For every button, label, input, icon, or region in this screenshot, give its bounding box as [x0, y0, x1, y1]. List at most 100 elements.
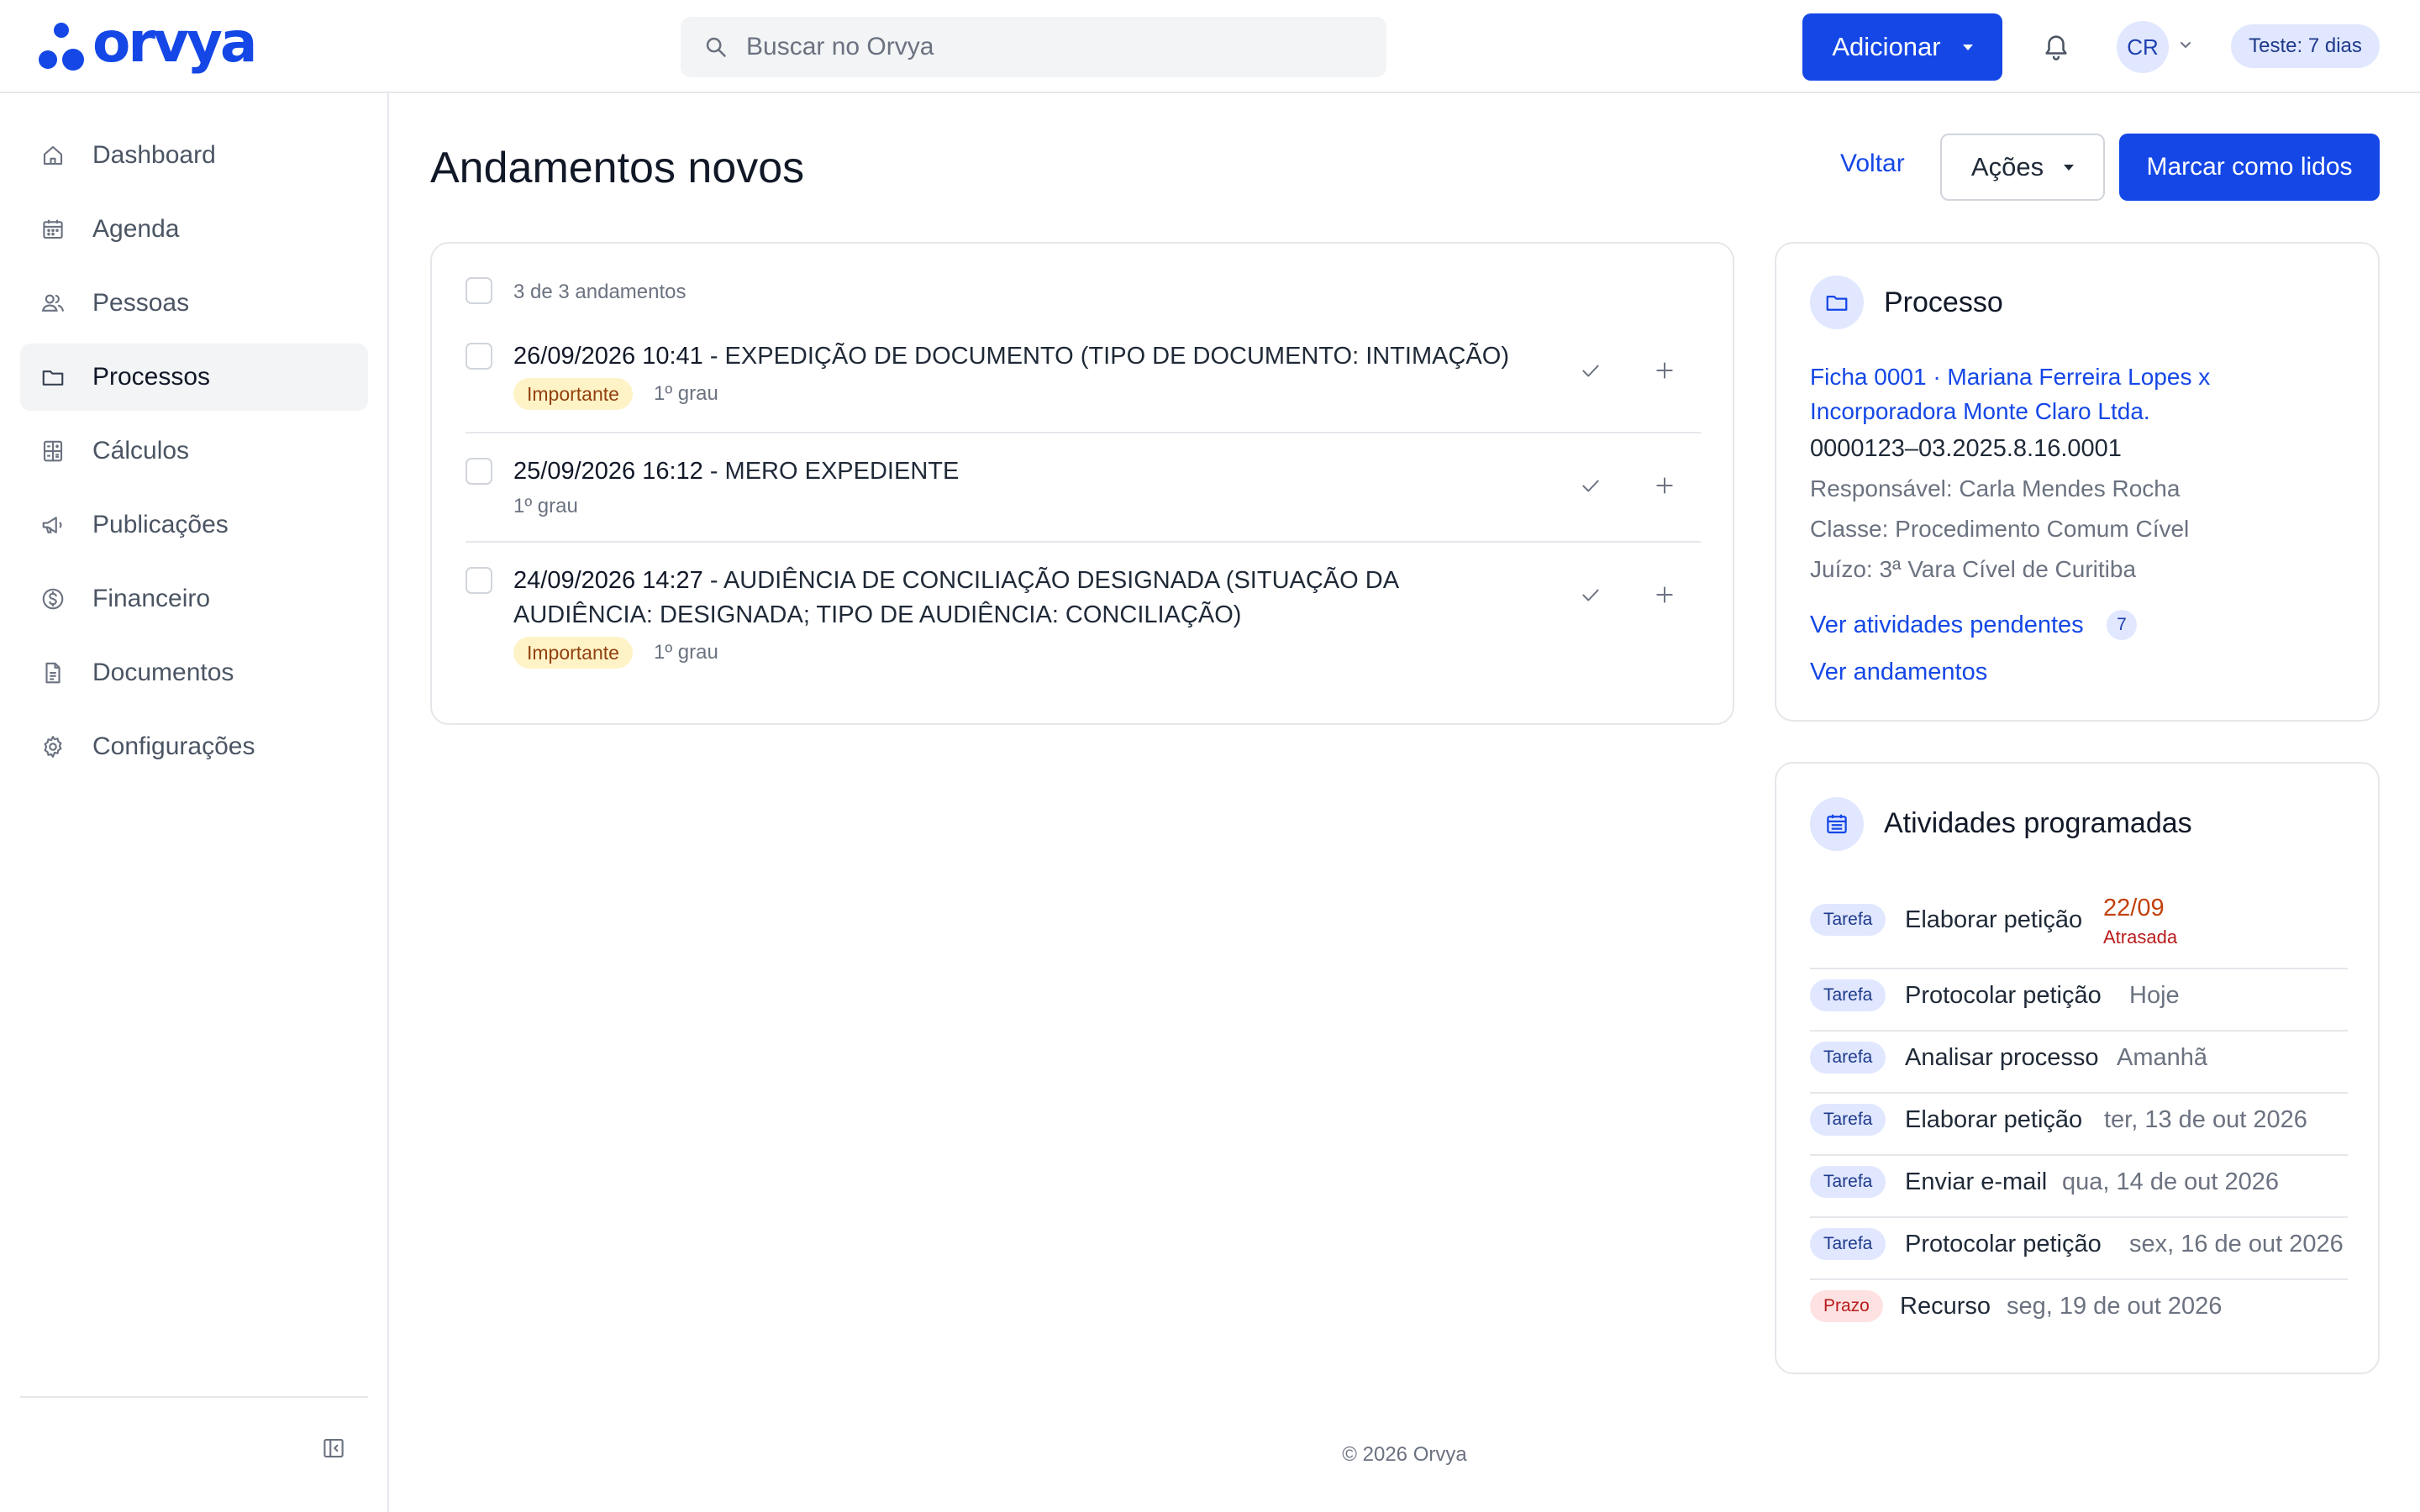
- collapse-sidebar-icon[interactable]: [321, 1436, 346, 1461]
- acoes-button[interactable]: Ações: [1940, 134, 2105, 201]
- processo-ficha-link[interactable]: Ficha 0001 · Mariana Ferreira Lopes x In…: [1810, 360, 2331, 428]
- sidebar-item-label: Dashboard: [92, 141, 216, 169]
- sidebar-item-agenda[interactable]: Agenda: [20, 196, 368, 263]
- andamento-datetime: 26/09/2026 10:41: [513, 343, 703, 370]
- andamento-datetime: 24/09/2026 14:27: [513, 567, 703, 594]
- sidebar-item-processos[interactable]: Processos: [20, 344, 368, 411]
- row-divider: [466, 432, 1701, 433]
- calendar-icon: [1827, 814, 1847, 834]
- sidebar-item-financeiro[interactable]: Financeiro: [20, 565, 368, 633]
- document-icon: [45, 662, 60, 684]
- folder-icon: [1826, 296, 1848, 311]
- megaphone-icon: [42, 517, 62, 533]
- atividade-date: Hoje: [2129, 982, 2180, 1009]
- processo-juizo: Juízo: 3ª Vara Cível de Curitiba: [1810, 556, 2137, 582]
- atividade-date: sex, 16 de out 2026: [2129, 1231, 2344, 1257]
- atividade-name: Protocolar petição: [1905, 982, 2102, 1009]
- check-icon[interactable]: [1580, 475, 1602, 496]
- sidebar-item-configuracoes[interactable]: Configurações: [20, 713, 368, 780]
- ver-atividades-pendentes-link[interactable]: Ver atividades pendentes: [1810, 612, 2084, 639]
- atividade-name: Protocolar petição: [1905, 1231, 2102, 1257]
- andamento-title[interactable]: 26/09/2026 10:41 - EXPEDIÇÃO DE DOCUMENT…: [513, 339, 1539, 374]
- plus-icon[interactable]: [1654, 475, 1676, 496]
- atividade-date: 22/09: [2103, 895, 2165, 921]
- andamento-datetime: 25/09/2026 16:12: [513, 458, 703, 485]
- marcar-como-lidos-button[interactable]: Marcar como lidos: [2119, 134, 2380, 201]
- atrasada-label: Atrasada: [2103, 927, 2178, 948]
- chevron-down-icon[interactable]: [2178, 39, 2193, 51]
- plus-icon[interactable]: [1654, 360, 1676, 381]
- atividade-divider: [1810, 968, 2348, 969]
- add-button[interactable]: Adicionar: [1802, 13, 2002, 81]
- importante-badge: Importante: [513, 637, 633, 669]
- acoes-label: Ações: [1970, 152, 2044, 181]
- atividade-date: ter, 13 de out 2026: [2104, 1106, 2307, 1133]
- sidebar-item-calculos[interactable]: Cálculos: [20, 417, 368, 485]
- atividade-date: seg, 19 de out 2026: [2007, 1293, 2223, 1320]
- sidebar-item-publicacoes[interactable]: Publicações: [20, 491, 368, 559]
- tarefa-badge: Tarefa: [1810, 1104, 1886, 1136]
- andamento-text: - EXPEDIÇÃO DE DOCUMENTO (TIPO DE DOCUME…: [702, 343, 1509, 370]
- andamento-title[interactable]: 24/09/2026 14:27 - AUDIÊNCIA DE CONCILIA…: [513, 564, 1539, 633]
- sidebar-item-label: Pessoas: [92, 289, 190, 317]
- ver-andamentos-link[interactable]: Ver andamentos: [1810, 659, 1987, 686]
- andamento-text: - MERO EXPEDIENTE: [702, 458, 960, 485]
- select-all-checkbox[interactable]: [466, 277, 492, 304]
- row-divider: [466, 541, 1701, 543]
- trial-label: Teste: 7 dias: [2249, 34, 2362, 57]
- atividade-divider: [1810, 1030, 2348, 1032]
- andamentos-card: 3 de 3 andamentos 26/09/2026 10:41 - EXP…: [430, 242, 1734, 725]
- processo-classe: Classe: Procedimento Comum Cível: [1810, 516, 2190, 542]
- processo-card: Processo Ficha 0001 · Mariana Ferreira L…: [1775, 242, 2380, 722]
- search-input[interactable]: [746, 33, 1334, 61]
- tarefa-badge: Tarefa: [1810, 1166, 1886, 1198]
- check-icon[interactable]: [1580, 360, 1602, 381]
- orvya-logo[interactable]: orvya: [39, 10, 257, 75]
- grau-label: 1º grau: [513, 495, 578, 517]
- row-checkbox[interactable]: [466, 458, 492, 485]
- sidebar-item-documentos[interactable]: Documentos: [20, 639, 368, 706]
- atividade-divider: [1810, 1278, 2348, 1280]
- calculator-icon: [43, 440, 63, 462]
- andamentos-count: 3 de 3 andamentos: [513, 281, 687, 303]
- bell-icon[interactable]: [2042, 30, 2070, 62]
- row-checkbox[interactable]: [466, 343, 492, 370]
- grau-label: 1º grau: [654, 382, 718, 405]
- home-icon: [43, 145, 63, 165]
- check-icon[interactable]: [1580, 584, 1602, 606]
- sidebar-item-dashboard[interactable]: Dashboard: [20, 122, 368, 189]
- folder-icon: [42, 370, 64, 386]
- sidebar-item-pessoas[interactable]: Pessoas: [20, 270, 368, 337]
- sidebar-item-label: Documentos: [92, 659, 234, 686]
- search-bar[interactable]: [681, 17, 1386, 77]
- user-avatar[interactable]: CR: [2117, 21, 2169, 73]
- sidebar-divider: [20, 1396, 368, 1398]
- sidebar-item-label: Agenda: [92, 215, 180, 243]
- dollar-coin-icon: [42, 588, 64, 610]
- atividade-name: Elaborar petição: [1905, 906, 2083, 933]
- gear-icon: [44, 736, 62, 758]
- plus-icon[interactable]: [1654, 584, 1676, 606]
- atividade-name: Enviar e-mail: [1905, 1168, 2048, 1195]
- pendentes-count-badge: 7: [2107, 610, 2137, 640]
- caret-down-icon: [1962, 44, 1973, 50]
- atividade-date: qua, 14 de out 2026: [2062, 1168, 2280, 1195]
- folder-icon-badge: [1810, 276, 1864, 329]
- sidebar-item-label: Cálculos: [92, 437, 190, 465]
- logo-text: orvya: [92, 10, 257, 75]
- add-button-label: Adicionar: [1832, 32, 1941, 61]
- andamento-title[interactable]: 25/09/2026 16:12 - MERO EXPEDIENTE: [513, 454, 1539, 489]
- atividade-name: Analisar processo: [1905, 1044, 2099, 1071]
- atividades-heading: Atividades programadas: [1884, 807, 2192, 839]
- sidebar-item-label: Processos: [92, 363, 211, 391]
- trial-badge[interactable]: Teste: 7 dias: [2231, 24, 2380, 68]
- tarefa-badge: Tarefa: [1810, 1228, 1886, 1260]
- processo-heading: Processo: [1884, 286, 2003, 318]
- atividades-card: Atividades programadas Tarefa Elaborar p…: [1775, 762, 2380, 1374]
- atividade-divider: [1810, 1154, 2348, 1156]
- importante-badge: Importante: [513, 378, 633, 410]
- voltar-button[interactable]: Voltar: [1840, 150, 1905, 178]
- atividade-divider: [1810, 1092, 2348, 1094]
- atividade-name: Recurso: [1900, 1293, 1991, 1320]
- row-checkbox[interactable]: [466, 567, 492, 594]
